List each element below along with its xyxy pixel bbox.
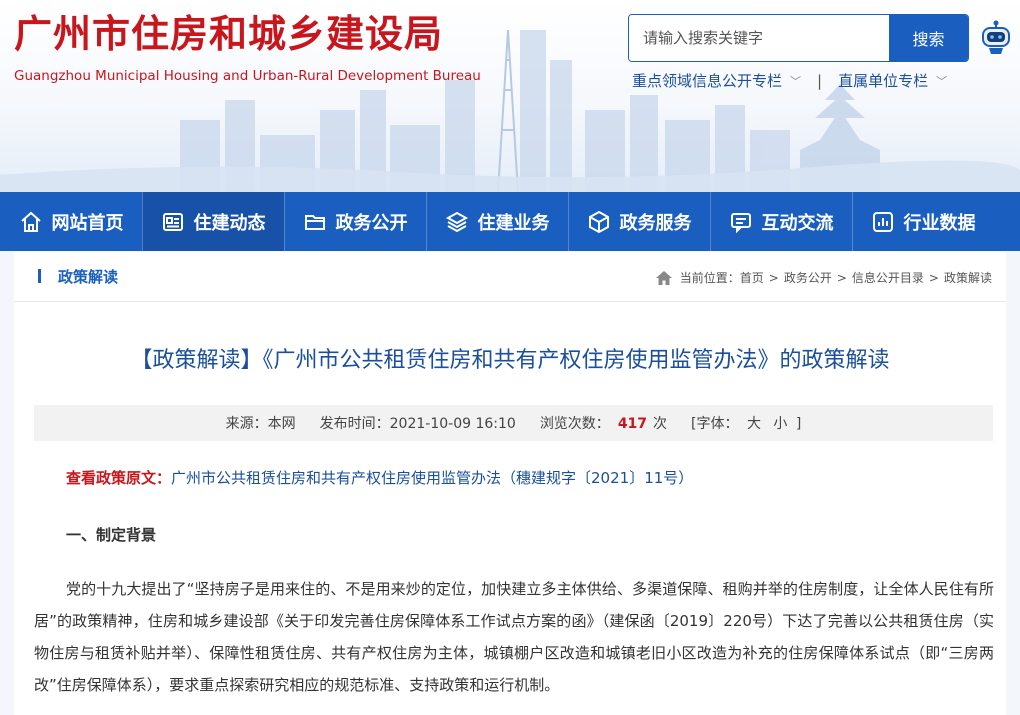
breadcrumb-prefix: 当前位置： [679,271,740,285]
article-title: 【政策解读】《广州市公共租赁住房和共有产权住房使用监管办法》的政策解读 [130,348,890,373]
nav-item-home[interactable]: 网站首页 [0,192,142,251]
section-marker [38,269,41,283]
nav-item-label: 政务服务 [619,212,692,234]
layers-icon [445,211,468,232]
link-separator: | [817,71,823,90]
breadcrumb-row: 政策解读 当前位置： 首页 > 政务公开 > 信息公开目录 > 政策解读 [14,252,1006,302]
font-small-button[interactable]: 小 [773,416,787,432]
search-box: 搜索 [628,14,969,62]
news-icon [162,212,183,231]
key-disclosure-label: 重点领域信息公开专栏 [632,72,783,90]
nav-item-label: 行业数据 [903,212,976,234]
source-value: 本网 [267,416,296,432]
folder-icon [304,214,325,230]
font-close-bracket: ] [795,416,802,432]
nav-item-label: 住建业务 [477,212,550,234]
time-value: 2021-10-09 16:10 [389,416,516,432]
chevron-down-icon: ﹀ [790,74,802,88]
meta-source: 来源：本网 [226,413,296,433]
home-icon [20,211,41,232]
article-paragraph: 党的十九大提出了“坚持房子是用来住的、不是用来炒的定位，加快建立多主体供给、多渠… [34,580,994,694]
breadcrumb-home[interactable]: 首页 [740,269,764,286]
views-unit: 次 [653,416,668,432]
search-input[interactable] [629,15,889,61]
meta-time: 发布时间：2021-10-09 16:10 [320,413,516,433]
original-policy-link[interactable]: 广州市公共租赁住房和共有产权住房使用监管办法（穗建规字〔2021〕11号） [171,469,693,487]
breadcrumb-info-catalog[interactable]: 信息公开目录 [852,269,924,286]
nav-item-label: 网站首页 [51,212,124,234]
nav-item-business[interactable]: 住建业务 [426,192,568,251]
section-label: 政策解读 [58,268,119,286]
source-label: 来源： [225,416,268,432]
article-meta: 来源：本网 发布时间：2021-10-09 16:10 浏览次数： 417 次 [字… [34,405,993,441]
article-container: 【政策解读】《广州市公共租赁住房和共有产权住房使用监管办法》的政策解读 来源：本… [14,302,1006,715]
site-header: 广州市住房和城乡建设局 Guangzhou Municipal Housing … [0,0,1020,192]
breadcrumb-separator: > [928,270,939,285]
header-links: 重点领域信息公开专栏 ﹀ | 直属单位专栏 ﹀ [632,70,947,91]
meta-views: 浏览次数： 417 次 [540,413,667,433]
font-large-button[interactable]: 大 [747,416,761,432]
views-count: 417 [617,416,648,432]
views-label: 浏览次数： [539,416,610,432]
nav-item-label: 互动交流 [761,212,834,234]
site-title: 广州市住房和城乡建设局 [14,12,444,56]
nav-item-gov-affairs[interactable]: 政务公开 [284,192,426,251]
nav-item-label: 住建动态 [193,212,266,234]
chevron-down-icon: ﹀ [936,74,948,88]
key-disclosure-link[interactable]: 重点领域信息公开专栏 ﹀ [632,70,801,91]
nav-item-data[interactable]: 行业数据 [852,192,994,251]
breadcrumb-policy[interactable]: 政策解读 [944,269,992,286]
font-label: [字体： [691,416,739,432]
breadcrumb-gov-affairs[interactable]: 政务公开 [784,269,832,286]
chart-icon [872,211,893,232]
robot-assistant-icon[interactable] [980,20,1012,56]
chat-icon [730,212,751,233]
time-label: 发布时间： [319,416,390,432]
main-nav: 网站首页 住建动态 政务公开 住建业务 政务服务 互动交流 行业数据 [0,192,1020,251]
nav-item-label: 政务公开 [335,212,408,234]
box-icon [588,210,609,233]
font-size-control: [字体： 大 小 ] [691,413,801,433]
breadcrumb-separator: > [768,270,779,285]
nav-item-interaction[interactable]: 互动交流 [710,192,852,251]
search-button[interactable]: 搜索 [889,15,968,61]
breadcrumb-separator: > [836,270,847,285]
nav-item-news[interactable]: 住建动态 [142,192,284,251]
home-icon [655,270,672,285]
section-heading: 一、制定背景 [66,526,157,544]
breadcrumb: 当前位置： 首页 > 政务公开 > 信息公开目录 > 政策解读 [655,269,992,286]
original-policy-line: 查看政策原文：广州市公共租赁住房和共有产权住房使用监管办法（穗建规字〔2021〕… [66,467,693,488]
nav-item-services[interactable]: 政务服务 [568,192,710,251]
original-policy-label: 查看政策原文： [66,469,172,487]
affiliated-units-label: 直属单位专栏 [838,72,929,90]
affiliated-units-link[interactable]: 直属单位专栏 ﹀ [838,70,947,91]
site-subtitle: Guangzhou Municipal Housing and Urban-Ru… [14,68,481,84]
